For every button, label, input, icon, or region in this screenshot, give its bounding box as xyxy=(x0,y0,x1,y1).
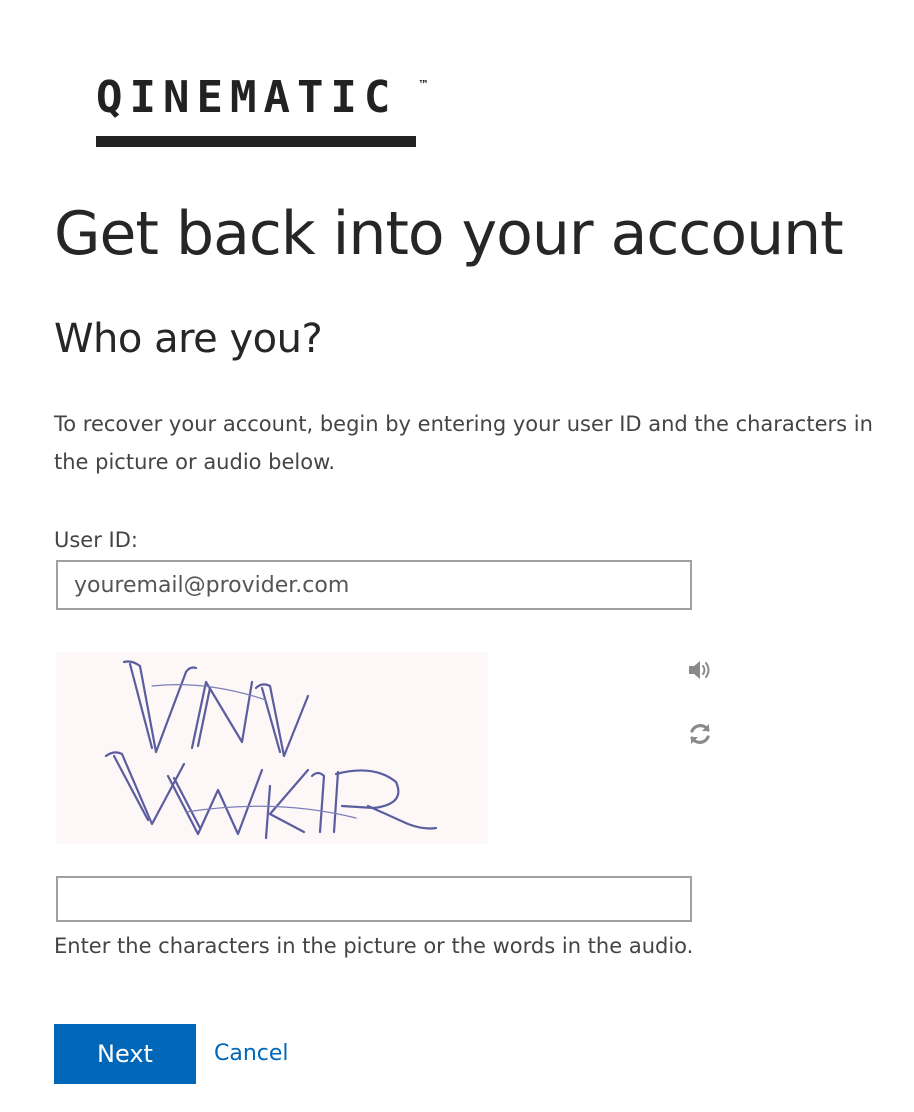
speaker-icon[interactable] xyxy=(682,652,718,688)
company-logo: QINEMATIC ™ xyxy=(96,70,429,152)
refresh-icon-graphic xyxy=(690,724,710,744)
user-id-input[interactable] xyxy=(56,560,692,610)
next-button[interactable]: Next xyxy=(54,1024,196,1084)
logo-trademark: ™ xyxy=(418,78,429,91)
cancel-link[interactable]: Cancel xyxy=(214,1036,289,1072)
logo-underline-bar xyxy=(96,136,416,147)
captcha-image xyxy=(56,652,488,844)
speaker-icon-graphic xyxy=(689,661,710,679)
user-id-label: User ID: xyxy=(54,528,138,552)
page-title: Get back into your account xyxy=(54,199,844,269)
refresh-icon[interactable] xyxy=(682,716,718,752)
captcha-glyphs xyxy=(104,660,438,840)
section-title: Who are you? xyxy=(54,316,323,362)
captcha-hint: Enter the characters in the picture or t… xyxy=(54,934,694,958)
instructions-text: To recover your account, begin by enteri… xyxy=(54,412,873,474)
captcha-input[interactable] xyxy=(56,876,692,922)
logo-wordmark: QINEMATIC xyxy=(96,72,398,123)
